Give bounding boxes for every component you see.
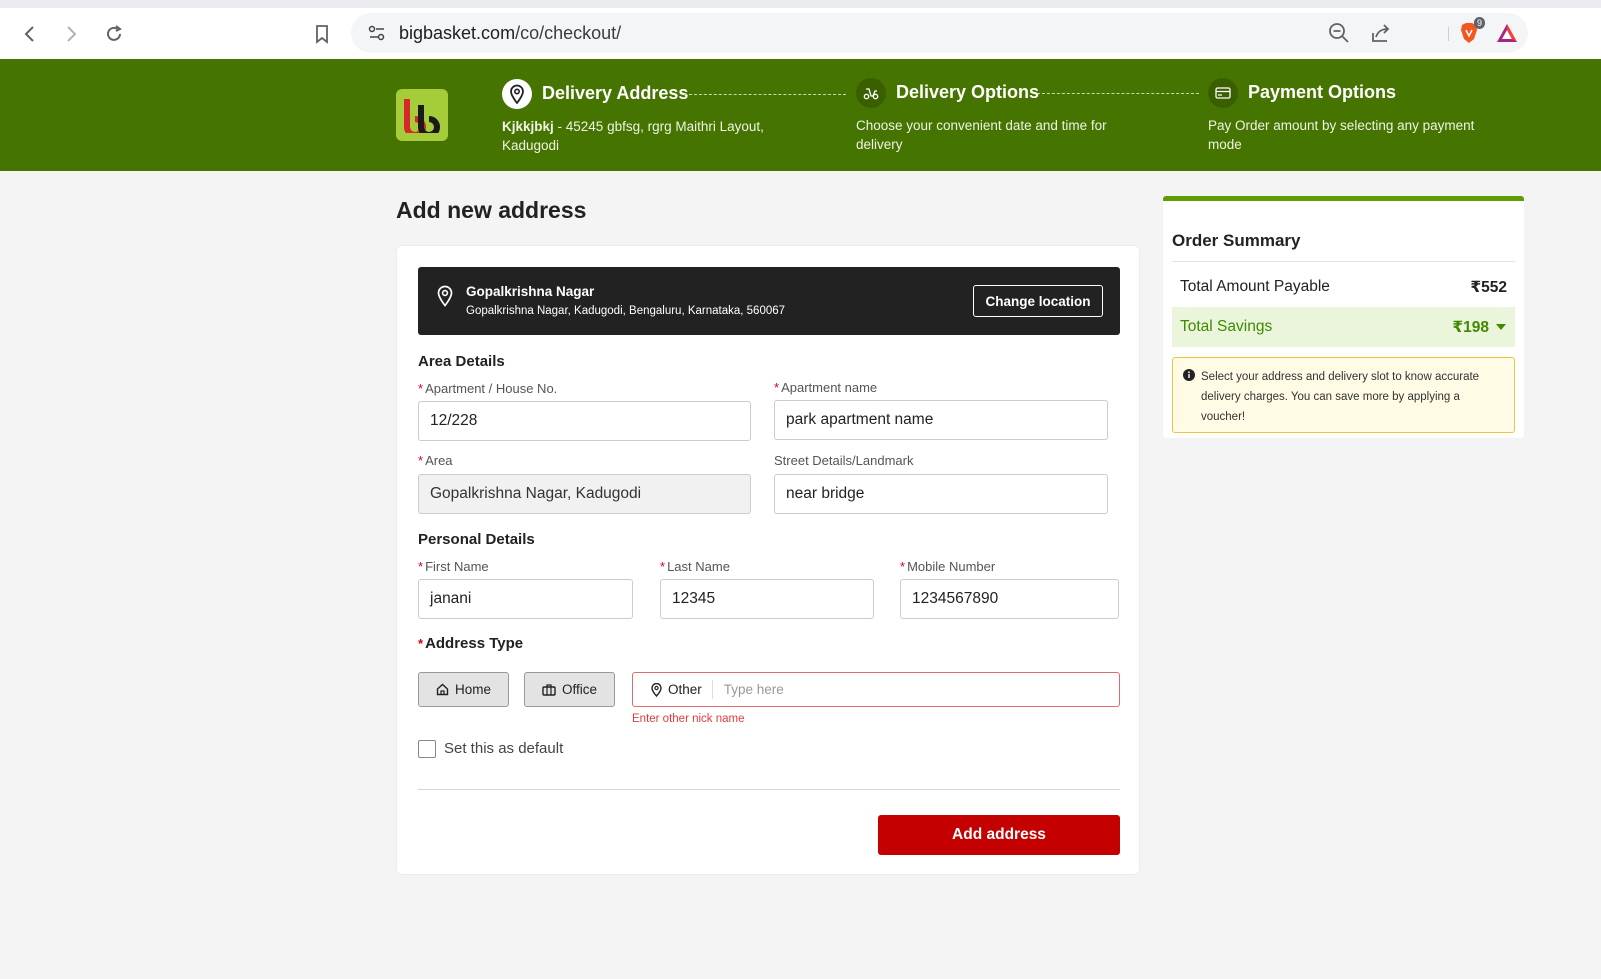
other-nickname-error: Enter other nick name xyxy=(632,713,745,725)
office-label: Office xyxy=(561,682,597,697)
house-number-label: * Apartment / House No. xyxy=(418,381,558,396)
shield-count-badge: 9 xyxy=(1473,17,1485,29)
url-text: bigbasket.com/co/checkout/ xyxy=(399,23,622,43)
location-pin-icon xyxy=(651,682,662,697)
step-title: Delivery Address xyxy=(542,83,689,103)
order-summary-title: Order Summary xyxy=(1172,231,1301,250)
reload-icon[interactable] xyxy=(100,20,128,48)
last-name-label: * Last Name xyxy=(660,559,730,574)
first-name-input[interactable]: janani xyxy=(418,579,633,619)
location-pin-icon xyxy=(436,285,454,312)
house-number-input[interactable]: 12/228 xyxy=(418,401,751,441)
total-savings-label: Total Savings xyxy=(1180,318,1273,335)
step-title: Payment Options xyxy=(1248,82,1397,102)
total-amount-label: Total Amount Payable xyxy=(1180,278,1330,295)
page-title: Add new address xyxy=(396,197,587,223)
location-address: Gopalkrishna Nagar, Kadugodi, Bengaluru,… xyxy=(466,305,786,317)
brave-rewards-icon[interactable] xyxy=(1495,21,1519,45)
home-icon xyxy=(436,683,449,696)
add-address-button[interactable]: Add address xyxy=(878,815,1120,855)
address-type-other-field[interactable]: Other Type here xyxy=(632,672,1120,707)
mobile-number-label: * Mobile Number xyxy=(900,559,996,574)
street-details-input[interactable]: near bridge xyxy=(774,474,1108,514)
area-label: * Area xyxy=(418,453,453,468)
home-label: Home xyxy=(454,682,491,697)
browser-toolbar: bigbasket.com/co/checkout/ 9 xyxy=(0,0,1601,59)
total-savings-row[interactable]: Total Savings ₹198 xyxy=(1172,307,1515,347)
last-name-input[interactable]: 12345 xyxy=(660,579,874,619)
address-bar[interactable]: bigbasket.com/co/checkout/ 9 xyxy=(351,13,1528,53)
total-amount-row: Total Amount Payable ₹552 xyxy=(1172,267,1515,307)
personal-details-heading: Personal Details xyxy=(418,531,535,548)
step-connector xyxy=(684,94,846,95)
bookmark-icon[interactable] xyxy=(308,20,336,48)
set-default-label[interactable]: Set this as default xyxy=(444,740,563,757)
divider xyxy=(1448,27,1449,41)
address-type-heading: * Address Type xyxy=(418,635,524,652)
step-description: Pay Order amount by selecting any paymen… xyxy=(1208,118,1475,152)
scooter-icon xyxy=(856,78,886,108)
total-savings-value: ₹198 xyxy=(1452,318,1489,336)
share-icon[interactable] xyxy=(1369,21,1393,45)
other-nickname-input[interactable]: Type here xyxy=(713,682,784,697)
location-name: Gopalkrishna Nagar xyxy=(466,284,595,299)
step-connector xyxy=(1037,93,1199,94)
other-option[interactable]: Other xyxy=(633,680,713,699)
area-input: Gopalkrishna Nagar, Kadugodi xyxy=(418,474,751,514)
address-type-office-button[interactable]: Office xyxy=(524,672,615,707)
location-pin-icon xyxy=(502,79,532,109)
caret-down-icon[interactable] xyxy=(1495,323,1507,331)
delivery-charges-note: Select your address and delivery slot to… xyxy=(1172,357,1515,433)
form-divider xyxy=(418,789,1120,790)
step-description: Choose your convenient date and time for… xyxy=(856,118,1107,152)
street-details-label: Street Details/Landmark xyxy=(774,453,914,468)
change-location-button[interactable]: Change location xyxy=(973,285,1103,317)
note-text: Select your address and delivery slot to… xyxy=(1201,371,1480,423)
back-icon[interactable] xyxy=(16,20,44,48)
area-details-heading: Area Details xyxy=(418,353,505,370)
first-name-label: * First Name xyxy=(418,559,489,574)
site-settings-icon[interactable] xyxy=(365,21,389,45)
mobile-number-input[interactable]: 1234567890 xyxy=(900,579,1119,619)
bigbasket-logo[interactable] xyxy=(396,89,448,141)
total-amount-value: ₹552 xyxy=(1470,278,1507,296)
zoom-out-icon[interactable] xyxy=(1327,21,1351,45)
info-icon xyxy=(1183,368,1195,388)
summary-divider xyxy=(1172,261,1515,262)
briefcase-icon xyxy=(542,683,556,696)
step-description: Kjkkjbkj - 45245 gbfsg, rgrg Maithri Lay… xyxy=(502,119,764,153)
apartment-name-input[interactable]: park apartment name xyxy=(774,400,1108,440)
card-icon xyxy=(1208,78,1238,108)
apartment-name-label: * Apartment name xyxy=(774,380,878,395)
selected-location-bar: Gopalkrishna Nagar Gopalkrishna Nagar, K… xyxy=(418,267,1120,335)
address-type-home-button[interactable]: Home xyxy=(418,672,509,707)
set-default-checkbox[interactable] xyxy=(418,740,436,758)
address-form-card: Gopalkrishna Nagar Gopalkrishna Nagar, K… xyxy=(396,245,1140,875)
other-label: Other xyxy=(668,682,702,697)
step-title: Delivery Options xyxy=(896,82,1040,102)
brave-shield-icon[interactable]: 9 xyxy=(1457,17,1485,45)
checkout-header: Delivery Address Kjkkjbkj - 45245 gbfsg,… xyxy=(0,59,1601,171)
forward-icon[interactable] xyxy=(57,20,85,48)
order-summary-panel: Order Summary Total Amount Payable ₹552 … xyxy=(1163,196,1524,438)
